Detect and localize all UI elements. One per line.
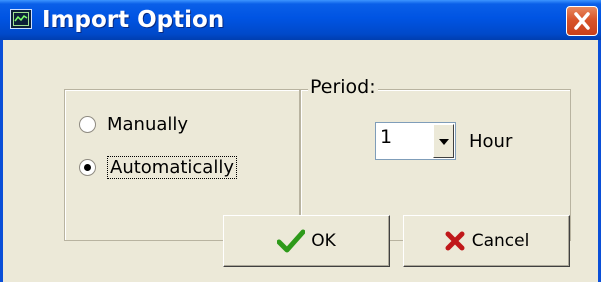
title-bar: Import Option xyxy=(0,0,601,40)
period-unit-label: Hour xyxy=(469,131,513,152)
close-icon xyxy=(574,12,590,30)
checkmark-icon xyxy=(277,229,306,253)
cancel-button[interactable]: Cancel xyxy=(403,215,570,267)
radio-automatically[interactable]: Automatically xyxy=(79,156,237,179)
radio-automatically-button[interactable] xyxy=(79,159,96,176)
ok-button[interactable]: OK xyxy=(223,215,390,267)
radio-manually-label: Manually xyxy=(107,114,189,135)
close-button[interactable] xyxy=(566,6,598,36)
radio-manually[interactable]: Manually xyxy=(79,114,188,135)
dropdown-arrow-icon[interactable] xyxy=(433,124,454,158)
period-legend: Period: xyxy=(308,76,378,98)
period-select-value: 1 xyxy=(380,126,393,148)
window-title: Import Option xyxy=(42,7,225,33)
ok-button-label: OK xyxy=(311,231,336,251)
period-select[interactable]: 1 xyxy=(375,122,456,160)
radio-manually-button[interactable] xyxy=(79,116,96,133)
dialog-body: Manually Automatically Period: 1 Hour OK… xyxy=(0,40,601,282)
cancel-button-label: Cancel xyxy=(471,231,530,251)
chart-icon xyxy=(10,9,32,29)
x-icon xyxy=(444,230,466,252)
radio-automatically-label: Automatically xyxy=(107,156,237,179)
